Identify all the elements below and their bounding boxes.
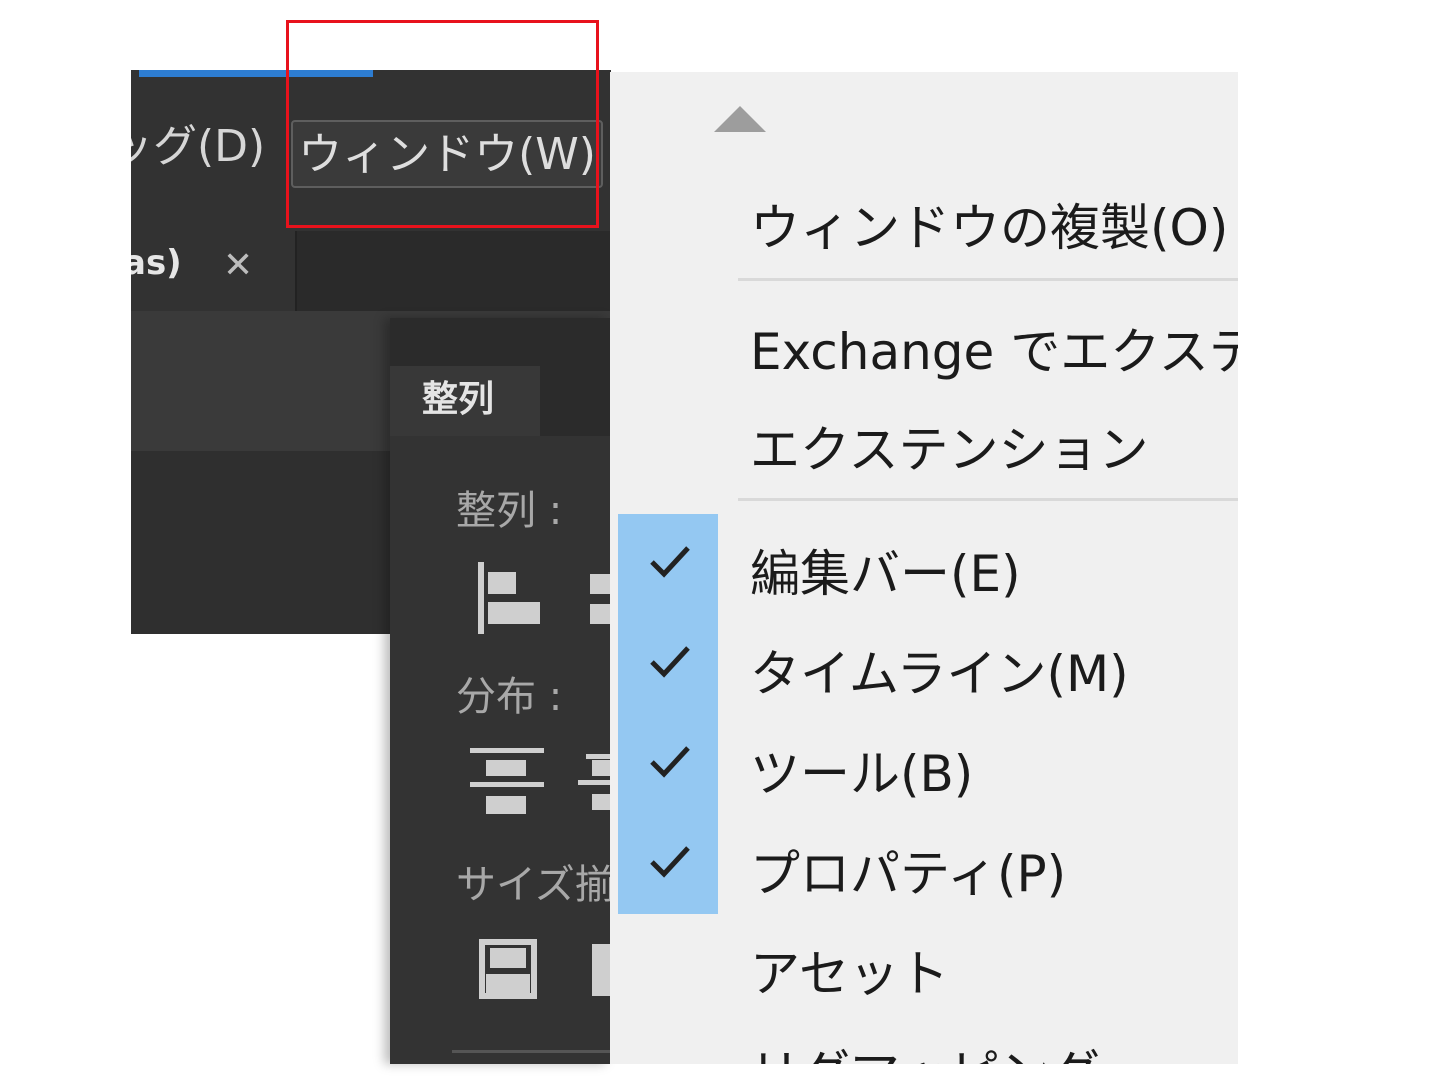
menu-item-label: Exchange でエクステ — [750, 323, 1238, 381]
menu-item-rig-mapping[interactable]: リグマッピング — [610, 1014, 1238, 1064]
active-window-accent — [139, 70, 373, 77]
align-horizontal-center-icon[interactable] — [588, 568, 611, 638]
checkmark-icon — [618, 814, 718, 914]
menu-item-exchange-extensions[interactable]: Exchange でエクステ — [610, 292, 1238, 392]
distribute-section-label: 分布 : — [456, 674, 563, 720]
align-panel: 整列 整列 : 分布 : サイズ揃 — [390, 318, 611, 1064]
match-width-icon[interactable] — [478, 938, 538, 1002]
scroll-up-icon[interactable] — [714, 106, 766, 132]
document-tab-bar: as) ✕ — [131, 231, 611, 311]
menu-item-label: ウィンドウの複製(O) — [750, 199, 1229, 257]
menu-item-label: タイムライン(M) — [750, 645, 1129, 703]
menu-item-label: 編集バー(E) — [750, 545, 1021, 603]
match-height-icon[interactable] — [590, 942, 611, 998]
distribute-vertical-center-icon[interactable] — [576, 750, 611, 820]
menu-item-label: プロパティ(P) — [750, 845, 1067, 903]
distribute-top-edge-icon[interactable] — [468, 744, 548, 820]
menu-bar: ッグ(D) ウィンドウ(W) — [131, 77, 611, 229]
window-menu-dropdown: ウィンドウの複製(O) Exchange でエクステ エクステンション 編集バー… — [610, 72, 1238, 1064]
menu-item-extensions[interactable]: エクステンション — [610, 390, 1238, 490]
menu-separator — [738, 278, 1238, 281]
menu-window[interactable]: ウィンドウ(W) — [291, 120, 603, 188]
checkmark-icon — [618, 714, 718, 814]
menu-item-duplicate-window[interactable]: ウィンドウの複製(O) — [610, 168, 1238, 268]
menu-item-label: ツール(B) — [750, 745, 974, 803]
menu-item-timeline[interactable]: タイムライン(M) — [610, 614, 1238, 714]
menu-item-edit-bar[interactable]: 編集バー(E) — [610, 514, 1238, 614]
align-section-label: 整列 : — [456, 488, 563, 534]
checkmark-icon — [618, 614, 718, 714]
menu-item-label: リグマッピング — [750, 1034, 1100, 1064]
document-tab-label: as) — [131, 243, 182, 283]
menu-item-label: エクステンション — [750, 421, 1149, 479]
close-icon[interactable]: ✕ — [223, 245, 253, 286]
match-size-section-label: サイズ揃 — [456, 862, 611, 908]
panel-divider — [452, 1050, 611, 1053]
menu-debug[interactable]: ッグ(D) — [131, 117, 265, 177]
menu-item-properties[interactable]: プロパティ(P) — [610, 814, 1238, 914]
menu-item-tools[interactable]: ツール(B) — [610, 714, 1238, 814]
menu-item-label: アセット — [750, 945, 949, 1003]
menu-separator — [738, 498, 1238, 501]
checkmark-icon — [618, 514, 718, 614]
panel-tab-strip: 整列 — [390, 318, 611, 436]
align-left-edge-icon[interactable] — [476, 558, 546, 638]
menu-item-assets[interactable]: アセット — [610, 914, 1238, 1014]
document-tab[interactable]: as) ✕ — [131, 231, 297, 311]
tab-align-label: 整列 — [422, 379, 495, 420]
